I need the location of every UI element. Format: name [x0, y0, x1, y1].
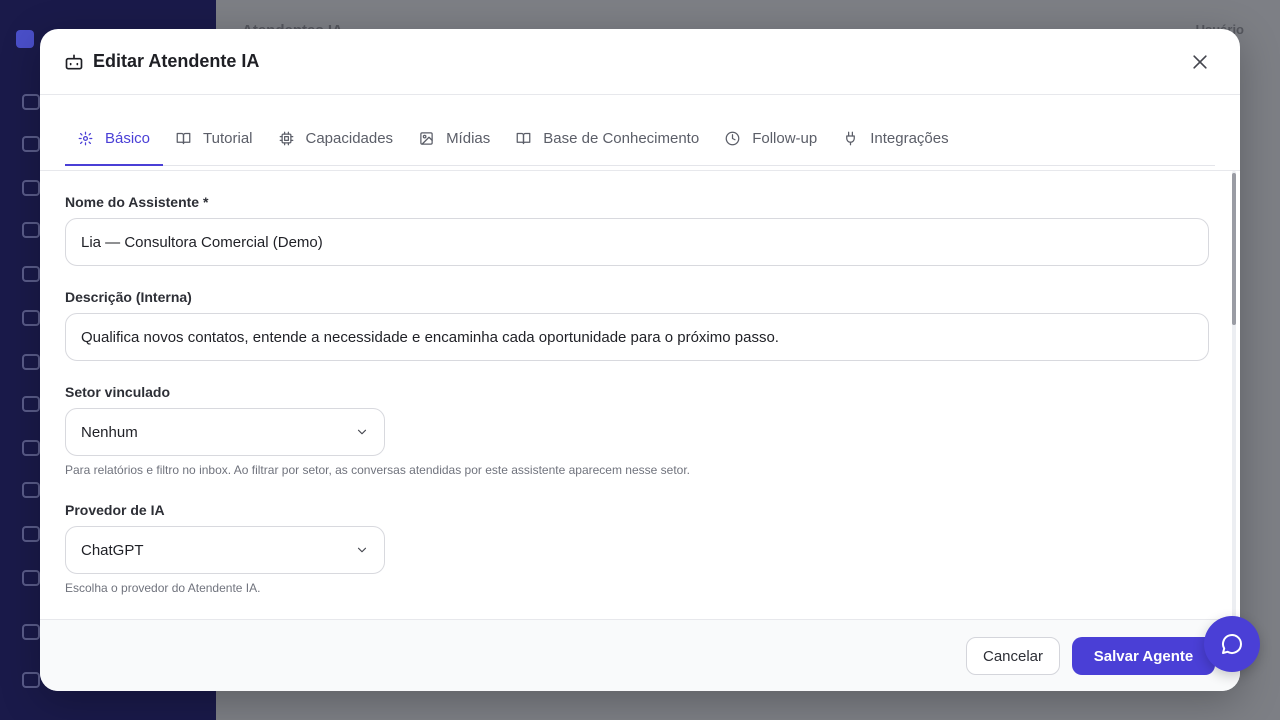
clock-icon — [725, 131, 740, 145]
bot-icon — [65, 54, 83, 69]
image-icon — [420, 131, 433, 145]
cancel-button[interactable]: Cancelar — [966, 637, 1060, 675]
book-icon — [176, 132, 191, 144]
edit-agent-modal: Editar Atendente IA Básico Tutorial Capa… — [40, 29, 1240, 691]
tab-follow-up[interactable]: Follow-up — [712, 111, 830, 165]
chevron-down-icon — [357, 429, 367, 435]
scrollbar-thumb[interactable] — [1232, 173, 1236, 325]
plug-icon — [846, 131, 856, 145]
chat-support-button[interactable] — [1204, 616, 1260, 672]
description-input[interactable] — [65, 313, 1209, 361]
book-open-icon — [516, 132, 531, 144]
sector-selected-value: Nenhum — [81, 423, 138, 441]
tab-capacidades[interactable]: Capacidades — [266, 111, 407, 165]
provider-helper-text: Escolha o provedor do Atendente IA. — [65, 581, 261, 595]
nav-calendar-icon[interactable] — [22, 222, 40, 238]
assistant-name-input[interactable] — [65, 218, 1209, 266]
provider-selected-value: ChatGPT — [81, 541, 144, 559]
provider-select[interactable]: ChatGPT — [65, 526, 385, 574]
tab-base-de-conhecimento[interactable]: Base de Conhecimento — [503, 111, 712, 165]
tab-midias[interactable]: Mídias — [406, 111, 503, 165]
nav-settings-icon[interactable] — [22, 526, 40, 542]
chat-bubble-icon — [1222, 634, 1242, 654]
sector-helper-text: Para relatórios e filtro no inbox. Ao fi… — [65, 463, 690, 477]
tab-label: Capacidades — [305, 129, 394, 147]
close-icon — [1193, 55, 1207, 69]
app-logo — [16, 30, 34, 48]
nav-user-icon[interactable] — [22, 672, 40, 688]
nav-board-icon[interactable] — [22, 266, 40, 282]
nav-inbox-icon[interactable] — [22, 136, 40, 152]
nav-home-icon[interactable] — [22, 94, 40, 110]
nav-reports-icon[interactable] — [22, 396, 40, 412]
tab-label: Básico — [105, 129, 151, 147]
save-agent-button[interactable]: Salvar Agente — [1072, 637, 1215, 675]
modal-body: Nome do Assistente * Descrição (Interna)… — [40, 171, 1240, 619]
nav-help-icon[interactable] — [22, 570, 40, 586]
body-scrollbar[interactable] — [1232, 171, 1236, 619]
chevron-down-icon — [357, 547, 367, 553]
close-button[interactable] — [1188, 50, 1212, 74]
tab-label: Base de Conhecimento — [543, 129, 700, 147]
sector-select[interactable]: Nenhum — [65, 408, 385, 456]
provider-label: Provedor de IA — [65, 502, 165, 518]
description-label: Descrição (Interna) — [65, 289, 192, 305]
nav-list-icon[interactable] — [22, 440, 40, 456]
modal-header: Editar Atendente IA — [40, 29, 1240, 95]
modal-footer: Cancelar Salvar Agente — [40, 619, 1240, 691]
tab-label: Mídias — [446, 129, 491, 147]
tab-list: Básico Tutorial Capacidades Mídias Base … — [65, 111, 1215, 166]
nav-notifications-icon[interactable] — [22, 624, 40, 640]
sector-label: Setor vinculado — [65, 384, 171, 400]
tab-integracoes[interactable]: Integrações — [830, 111, 961, 165]
nav-contacts-icon[interactable] — [22, 310, 40, 326]
gear-icon — [78, 131, 93, 145]
tab-basico[interactable]: Básico — [65, 111, 164, 166]
tab-tutorial[interactable]: Tutorial — [163, 111, 265, 165]
tabs-bar: Básico Tutorial Capacidades Mídias Base … — [40, 95, 1240, 171]
name-label: Nome do Assistente * — [65, 194, 209, 210]
tab-label: Integrações — [870, 129, 949, 147]
nav-chat-icon[interactable] — [22, 180, 40, 196]
modal-title: Editar Atendente IA — [93, 51, 260, 71]
nav-bot-icon[interactable] — [22, 482, 40, 498]
tab-label: Follow-up — [752, 129, 818, 147]
nav-campaign-icon[interactable] — [22, 354, 40, 370]
tab-label: Tutorial — [203, 129, 253, 147]
chip-icon — [279, 131, 293, 145]
